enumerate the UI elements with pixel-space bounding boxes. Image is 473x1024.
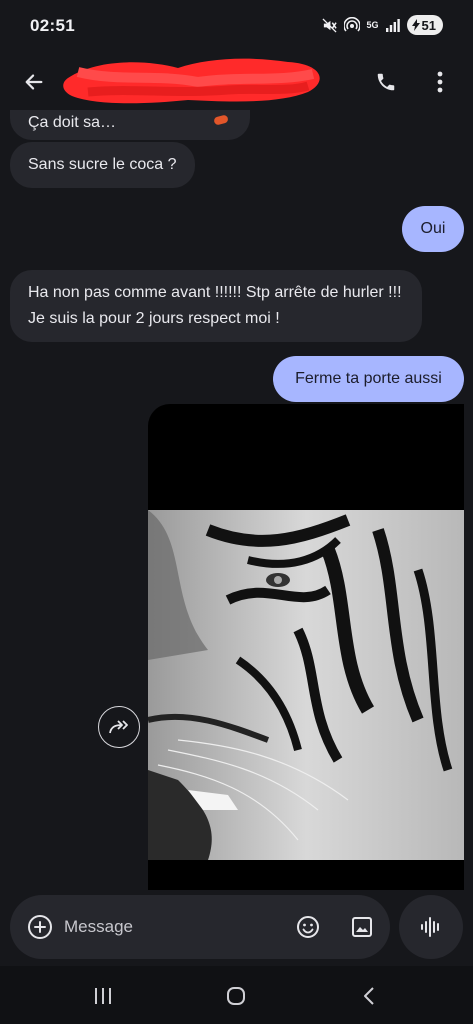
redaction-scribble xyxy=(63,58,320,104)
more-vert-icon xyxy=(437,71,443,93)
chevron-left-icon xyxy=(364,987,374,1005)
image-message[interactable] xyxy=(148,404,464,890)
message-bubble-incoming[interactable]: Sans sucre le coca ? xyxy=(10,142,195,188)
signal-icon xyxy=(385,18,400,32)
tiger-photo xyxy=(148,510,464,860)
status-time: 02:51 xyxy=(30,16,75,35)
message-composer xyxy=(10,895,390,959)
conversation-header xyxy=(0,52,473,110)
message-input[interactable] xyxy=(64,895,284,959)
voice-message-button[interactable] xyxy=(399,895,463,959)
message-bubble-incoming[interactable]: Ça doit sa… xyxy=(10,110,250,140)
share-arrow-icon xyxy=(109,720,128,734)
gallery-button[interactable] xyxy=(344,909,380,945)
message-bubble-outgoing[interactable]: Ferme ta porte aussi xyxy=(273,356,464,402)
add-attachment-button[interactable] xyxy=(22,909,58,945)
message-text: Ça doit sa… xyxy=(28,114,117,131)
message-text: Oui xyxy=(420,220,446,237)
voice-wave-icon xyxy=(421,917,439,937)
share-button[interactable] xyxy=(98,706,140,748)
message-text: Ferme ta porte aussi xyxy=(295,370,442,387)
home-icon xyxy=(227,987,245,1005)
hotspot-icon xyxy=(343,17,360,33)
emoji-button[interactable] xyxy=(290,909,326,945)
battery-indicator: 51 xyxy=(406,15,443,35)
recents-button[interactable] xyxy=(83,980,123,1012)
image-icon xyxy=(352,917,372,937)
call-button[interactable] xyxy=(366,62,406,102)
message-bubble-outgoing[interactable]: Oui xyxy=(402,206,464,252)
message-text: Ha non pas comme avant !!!!!! Stp arrête… xyxy=(28,284,402,327)
network-label: 5G xyxy=(366,19,379,30)
message-bubble-incoming[interactable]: Ha non pas comme avant !!!!!! Stp arrête… xyxy=(10,270,422,342)
arrow-back-icon xyxy=(25,74,43,90)
system-nav-bar xyxy=(0,966,473,1024)
system-back-button[interactable] xyxy=(349,980,389,1012)
emoji-icon xyxy=(297,916,319,938)
bolt-icon xyxy=(411,19,420,31)
plus-circle-icon xyxy=(28,915,52,939)
emoji-sticker xyxy=(213,114,229,126)
battery-level: 51 xyxy=(421,17,436,33)
back-button[interactable] xyxy=(14,62,54,102)
status-icons: 5G 51 xyxy=(321,15,443,35)
recents-icon xyxy=(95,988,111,1004)
status-bar: 02:51 5G 51 xyxy=(0,0,473,52)
home-button[interactable] xyxy=(216,980,256,1012)
message-thread[interactable]: Ça doit sa… Sans sucre le coca ? Oui Ha … xyxy=(0,110,473,890)
more-options-button[interactable] xyxy=(420,62,460,102)
message-text: Sans sucre le coca ? xyxy=(28,156,177,173)
phone-icon xyxy=(377,73,395,91)
mute-icon xyxy=(321,17,337,33)
